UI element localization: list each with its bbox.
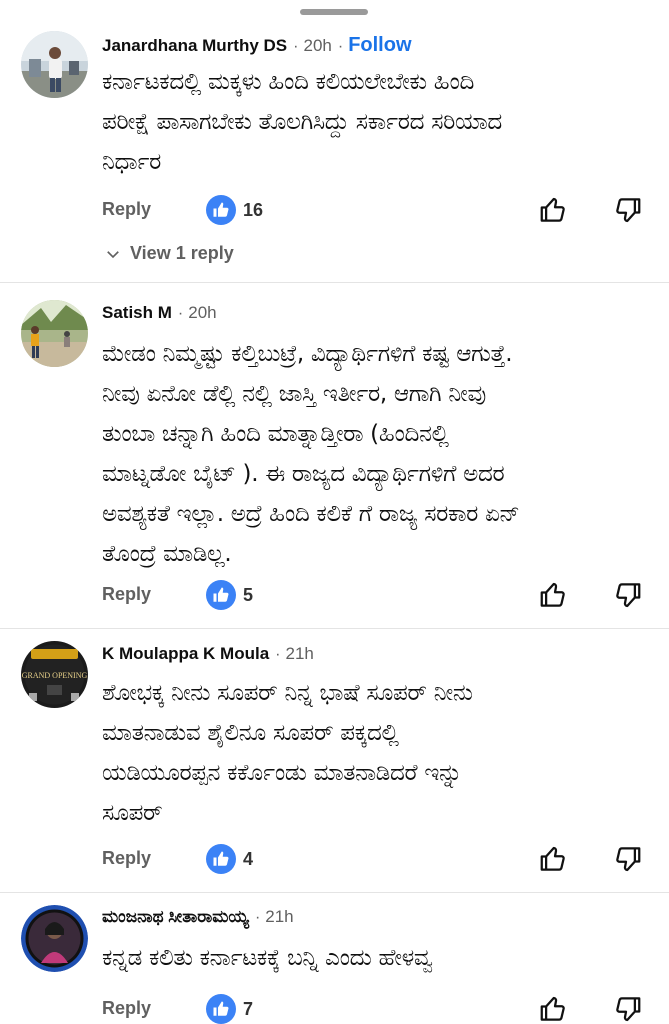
reply-button[interactable]: Reply <box>102 199 151 220</box>
separator-dot: · <box>254 909 261 926</box>
divider <box>0 892 669 893</box>
like-count: 16 <box>243 200 264 220</box>
thumbs-down-icon[interactable] <box>613 195 643 225</box>
separator-dot: · <box>275 646 281 663</box>
view-replies-button[interactable]: View 1 reply <box>104 243 234 264</box>
comment-actions: Reply 5 <box>102 580 647 612</box>
comment-text: ಶೋಭಕ್ಕ ನೀನು ಸೂಪರ್ ನಿನ್ನ ಭಾಷೆ ಸೂಪರ್ ನೀನು … <box>102 680 473 826</box>
avatar[interactable] <box>21 905 88 972</box>
thumbs-up-icon[interactable] <box>538 580 568 610</box>
avatar[interactable]: GRAND OPENING <box>21 641 88 708</box>
separator-dot: · <box>177 305 184 322</box>
like-reaction-icon <box>206 844 236 874</box>
comment-text: ಮೇಡಂ ನಿಮ್ಮಷ್ಟು ಕಲ್ತಿಬುಟ್ರೆ, ವಿದ್ಯಾರ್ಥಿಗಳ… <box>102 341 520 567</box>
chevron-down-icon <box>107 250 119 258</box>
thumbs-up-icon[interactable] <box>538 844 568 874</box>
like-reaction-icon <box>206 994 236 1024</box>
thumbs-down-icon[interactable] <box>613 994 643 1024</box>
comment-meta: K Moulappa K Moula · 21h <box>102 644 314 664</box>
separator-dot: · <box>293 38 299 55</box>
comment-actions: Reply 16 <box>102 195 647 227</box>
author-name[interactable]: ಮಂಜನಾಥ ಸೀತಾರಾಮಯ್ಯ <box>102 907 249 927</box>
follow-button[interactable]: Follow <box>348 34 411 57</box>
drag-handle[interactable] <box>300 9 368 15</box>
reply-button[interactable]: Reply <box>102 848 151 869</box>
comment-text: ಕನ್ನಡ ಕಲಿತು ಕರ್ನಾಟಕಕ್ಕೆ ಬನ್ನಿ ಎಂದು ಹೇಳವ್… <box>102 945 433 971</box>
thumbs-down-icon[interactable] <box>613 844 643 874</box>
like-reaction-icon <box>206 195 236 225</box>
author-name[interactable]: K Moulappa K Moula <box>102 644 269 664</box>
like-count: 4 <box>243 849 254 869</box>
comment-actions: Reply 4 <box>102 844 647 876</box>
divider <box>0 282 669 283</box>
comment-meta: Janardhana Murthy DS · 20h · Follow <box>102 34 412 57</box>
avatar[interactable] <box>21 300 88 367</box>
comment-meta: Satish M · 20h <box>102 303 217 323</box>
view-replies-label: View 1 reply <box>130 243 234 263</box>
like-reaction-icon <box>206 580 236 610</box>
avatar[interactable] <box>21 31 88 98</box>
avatar-text: GRAND OPENING <box>22 671 88 680</box>
like-count: 5 <box>243 585 254 605</box>
comment-time: 20h <box>303 36 332 55</box>
comment-text: ಕರ್ನಾಟಕದಲ್ಲಿ ಮಕ್ಕಳು ಹಿಂದಿ ಕಲಿಯಲೇಬೇಕು ಹಿಂ… <box>102 69 502 175</box>
comment-meta: ಮಂಜನಾಥ ಸೀತಾರಾಮಯ್ಯ · 21h <box>102 907 294 927</box>
comment-actions: Reply 7 <box>102 994 647 1024</box>
author-name[interactable]: Janardhana Murthy DS <box>102 36 287 56</box>
reply-button[interactable]: Reply <box>102 998 151 1019</box>
separator-dot: · <box>337 38 344 55</box>
thumbs-up-icon[interactable] <box>538 195 568 225</box>
comment-time: 20h <box>188 303 217 322</box>
divider <box>0 628 669 629</box>
thumbs-down-icon[interactable] <box>613 580 643 610</box>
author-name[interactable]: Satish M <box>102 303 172 323</box>
like-count: 7 <box>243 999 254 1019</box>
comment-time: 21h <box>285 644 314 663</box>
thumbs-up-icon[interactable] <box>538 994 568 1024</box>
reply-button[interactable]: Reply <box>102 584 151 605</box>
comment-time: 21h <box>265 907 294 926</box>
